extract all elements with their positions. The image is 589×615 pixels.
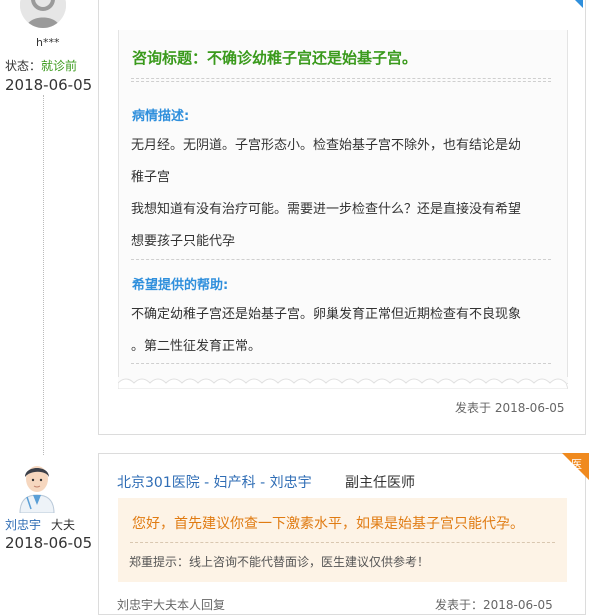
- user-silhouette-icon: [20, 0, 66, 28]
- description-text: 无月经。无阴道。子宫形态小。检查始基子宫不除外，也有结论是幼 稚子宫 我想知道有…: [131, 130, 556, 258]
- patient-username: h***: [36, 36, 60, 49]
- status-label: 状态：: [5, 59, 42, 73]
- help-label: 希望提供的帮助:: [132, 278, 229, 293]
- answer-author-note: 刘忠宇大夫本人回复: [117, 598, 226, 612]
- doctor-header-link[interactable]: 北京301医院 - 妇产科 - 刘忠宇: [117, 472, 312, 492]
- doctor-avatar[interactable]: [16, 457, 58, 514]
- status-value: 就诊前: [41, 59, 78, 73]
- description-divider: [131, 259, 551, 260]
- description-line-1: 无月经。无阴道。子宫形态小。检查始基子宫不除外，也有结论是幼: [131, 138, 522, 153]
- description-label: 病情描述:: [132, 109, 190, 124]
- doctor-role: 大夫: [51, 518, 76, 532]
- doctor-badge-label: 医: [571, 458, 582, 471]
- patient-date: 2018-06-05: [5, 76, 93, 94]
- help-line-2: 。第二性征发育正常。: [131, 339, 262, 354]
- help-text: 不确定幼稚子宫还是始基子宫。卵巢发育正常但近期检查有不良现象 。第二性征发育正常…: [131, 299, 556, 363]
- help-divider: [131, 363, 551, 364]
- title-divider-2: [131, 81, 551, 82]
- doctor-date: 2018-06-05: [5, 534, 93, 552]
- help-line-1: 不确定幼稚子宫还是始基子宫。卵巢发育正常但近期检查有不良现象: [131, 307, 522, 322]
- answer-posted-date: 发表于：2018-06-05: [435, 598, 553, 612]
- doctor-title: 副主任医师: [345, 475, 415, 491]
- doctor-icon: [19, 466, 55, 514]
- description-line-4: 想要孩子只能代孕: [131, 234, 236, 249]
- timeline-line: [43, 95, 44, 455]
- patient-status: 状态：就诊前: [5, 57, 77, 74]
- disclaimer-note: 郑重提示：线上咨询不能代替面诊，医生建议仅供参考！: [129, 555, 430, 569]
- answer-divider: [130, 542, 555, 543]
- title-divider: [131, 78, 551, 79]
- doctor-name-link[interactable]: 刘忠宇: [5, 516, 41, 533]
- question-title: 咨询标题：不确诊幼稚子宫还是始基子宫。: [132, 49, 418, 67]
- question-corner-marker: [575, 0, 583, 8]
- question-posted-date: 发表于 2018-06-05: [455, 401, 565, 415]
- patient-avatar[interactable]: [20, 0, 66, 28]
- paper-wave-edge: [118, 377, 568, 389]
- description-line-2: 稚子宫: [131, 170, 171, 185]
- answer-text: 您好，首先建议你查一下激素水平，如果是始基子宫只能代孕。: [132, 516, 524, 532]
- description-line-3: 我想知道有没有治疗可能。需要进一步检查什么？还是直接没有希望: [131, 202, 522, 217]
